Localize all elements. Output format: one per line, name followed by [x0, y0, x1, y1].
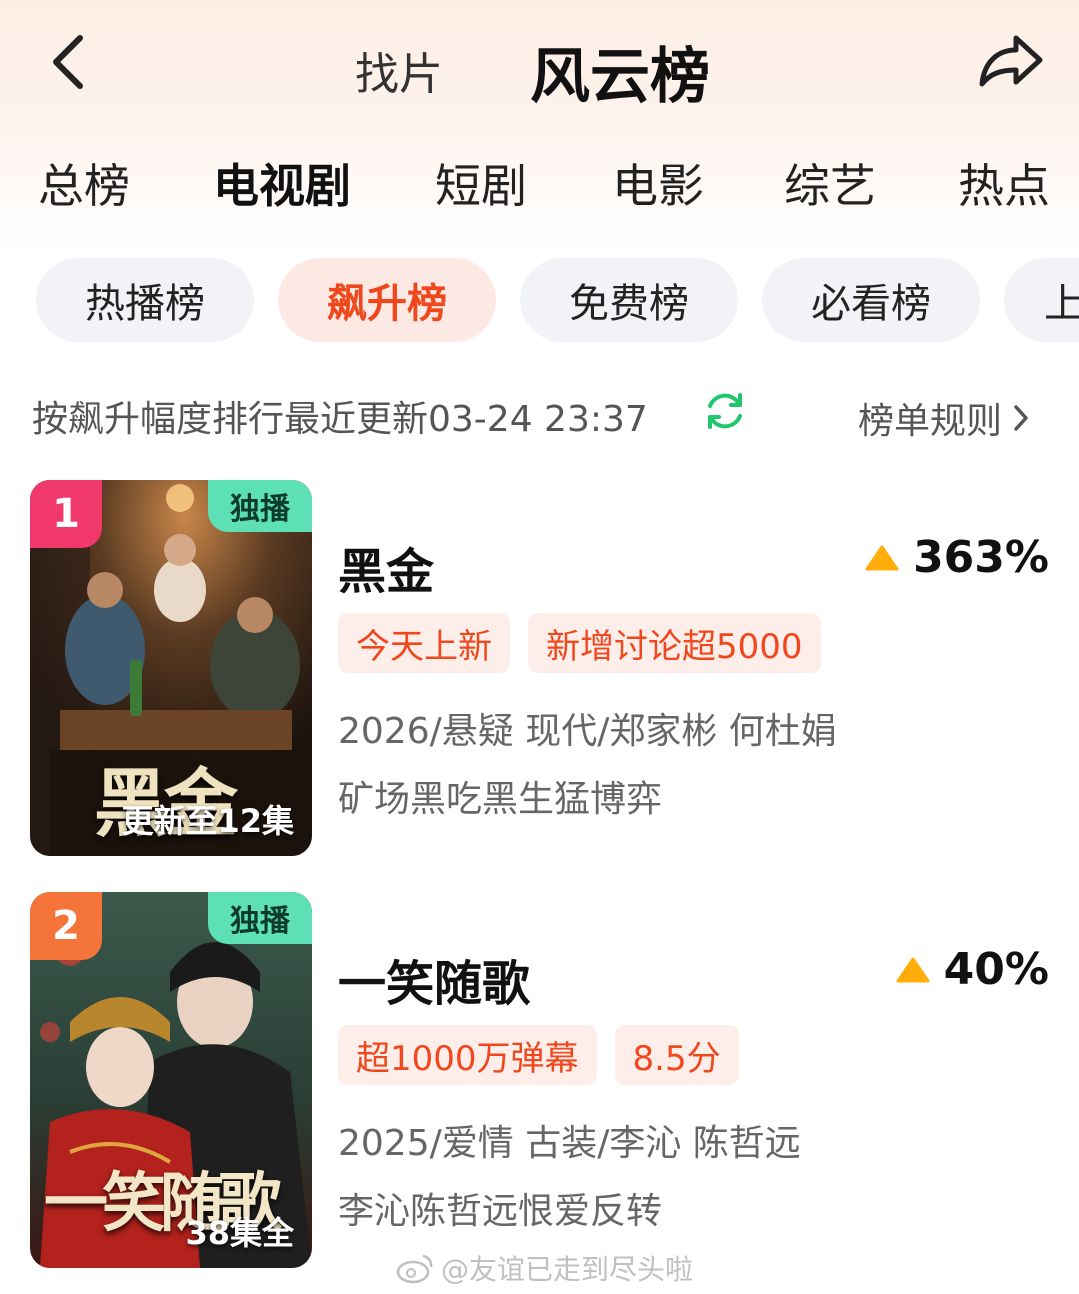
item-title[interactable]: 一笑随歌 [338, 944, 530, 1014]
trend-percentage: 40% [943, 944, 1049, 995]
ranking-chips: 热播榜 飙升榜 免费榜 必看榜 上 [0, 258, 1079, 344]
tab-find[interactable]: 找片 [355, 38, 443, 102]
chip-must-watch[interactable]: 必看榜 [762, 258, 980, 342]
trend-up-icon [865, 545, 899, 570]
poster[interactable]: 黑金 1 独播 更新至12集 [30, 480, 312, 856]
trend-up-icon [896, 957, 930, 982]
trend-indicator: 40% [896, 944, 1049, 995]
item-meta: 2025/爱情 古装/李沁 陈哲远 [338, 1123, 801, 1164]
tag: 今天上新 [338, 613, 510, 673]
chevron-right-icon [1014, 405, 1028, 431]
category-tab-short-drama[interactable]: 短剧 [435, 150, 527, 216]
rank-badge: 1 [30, 480, 102, 548]
share-icon[interactable] [976, 30, 1046, 90]
ranking-item[interactable]: 一笑随歌 2 独播 38集全 一笑随歌 40% 超1000万弹幕 8.5分 20… [0, 892, 1079, 1272]
exclusive-badge: 独播 [208, 480, 312, 532]
trend-indicator: 363% [865, 532, 1049, 583]
exclusive-badge: 独播 [208, 892, 312, 944]
ranking-description: 按飙升幅度排行最近更新03-24 23:37 [32, 399, 648, 440]
tag: 新增讨论超5000 [528, 613, 821, 673]
episode-status: 38集全 [185, 1214, 294, 1252]
back-arrow-icon[interactable] [44, 30, 92, 94]
ranking-rules-label: 榜单规则 [858, 401, 1003, 442]
category-tab-tv-series[interactable]: 电视剧 [213, 150, 351, 216]
category-tabs: 总榜 电视剧 短剧 电影 综艺 热点 [0, 150, 1079, 220]
category-tab-variety[interactable]: 综艺 [784, 150, 876, 216]
item-title[interactable]: 黑金 [338, 532, 434, 602]
item-description: 矿场黑吃黑生猛博弈 [338, 779, 663, 820]
item-description: 李沁陈哲远恨爱反转 [338, 1191, 663, 1232]
chip-free[interactable]: 免费榜 [520, 258, 738, 342]
ranking-rules-link[interactable]: 榜单规则 [858, 392, 1030, 444]
category-tab-movie[interactable]: 电影 [612, 150, 704, 216]
episode-status: 更新至12集 [121, 802, 294, 840]
item-meta: 2026/悬疑 现代/郑家彬 何杜娟 [338, 711, 837, 752]
refresh-icon[interactable] [704, 390, 746, 432]
watermark-text: @友谊已走到尽头啦 [441, 1253, 694, 1286]
chip-more[interactable]: 上 [1004, 258, 1079, 342]
chip-rising[interactable]: 飙升榜 [278, 258, 496, 342]
tab-rank[interactable]: 风云榜 [530, 28, 710, 115]
tag-list: 超1000万弹幕 8.5分 [338, 1025, 739, 1085]
rank-badge: 2 [30, 892, 102, 960]
poster[interactable]: 一笑随歌 2 独播 38集全 [30, 892, 312, 1268]
chip-hot-play[interactable]: 热播榜 [36, 258, 254, 342]
tag: 超1000万弹幕 [338, 1025, 597, 1085]
tag-list: 今天上新 新增讨论超5000 [338, 613, 821, 673]
category-tab-overall[interactable]: 总榜 [38, 150, 130, 216]
weibo-logo-icon [396, 1254, 433, 1284]
ranking-item[interactable]: 黑金 1 独播 更新至12集 黑金 363% 今天上新 新增讨论超5000 20… [0, 480, 1079, 860]
tag: 8.5分 [614, 1025, 739, 1085]
watermark: @友谊已走到尽头啦 [395, 1248, 693, 1288]
trend-percentage: 363% [913, 532, 1049, 583]
top-bar: 找片 风云榜 [0, 0, 1079, 130]
category-tab-hot[interactable]: 热点 [958, 150, 1050, 216]
